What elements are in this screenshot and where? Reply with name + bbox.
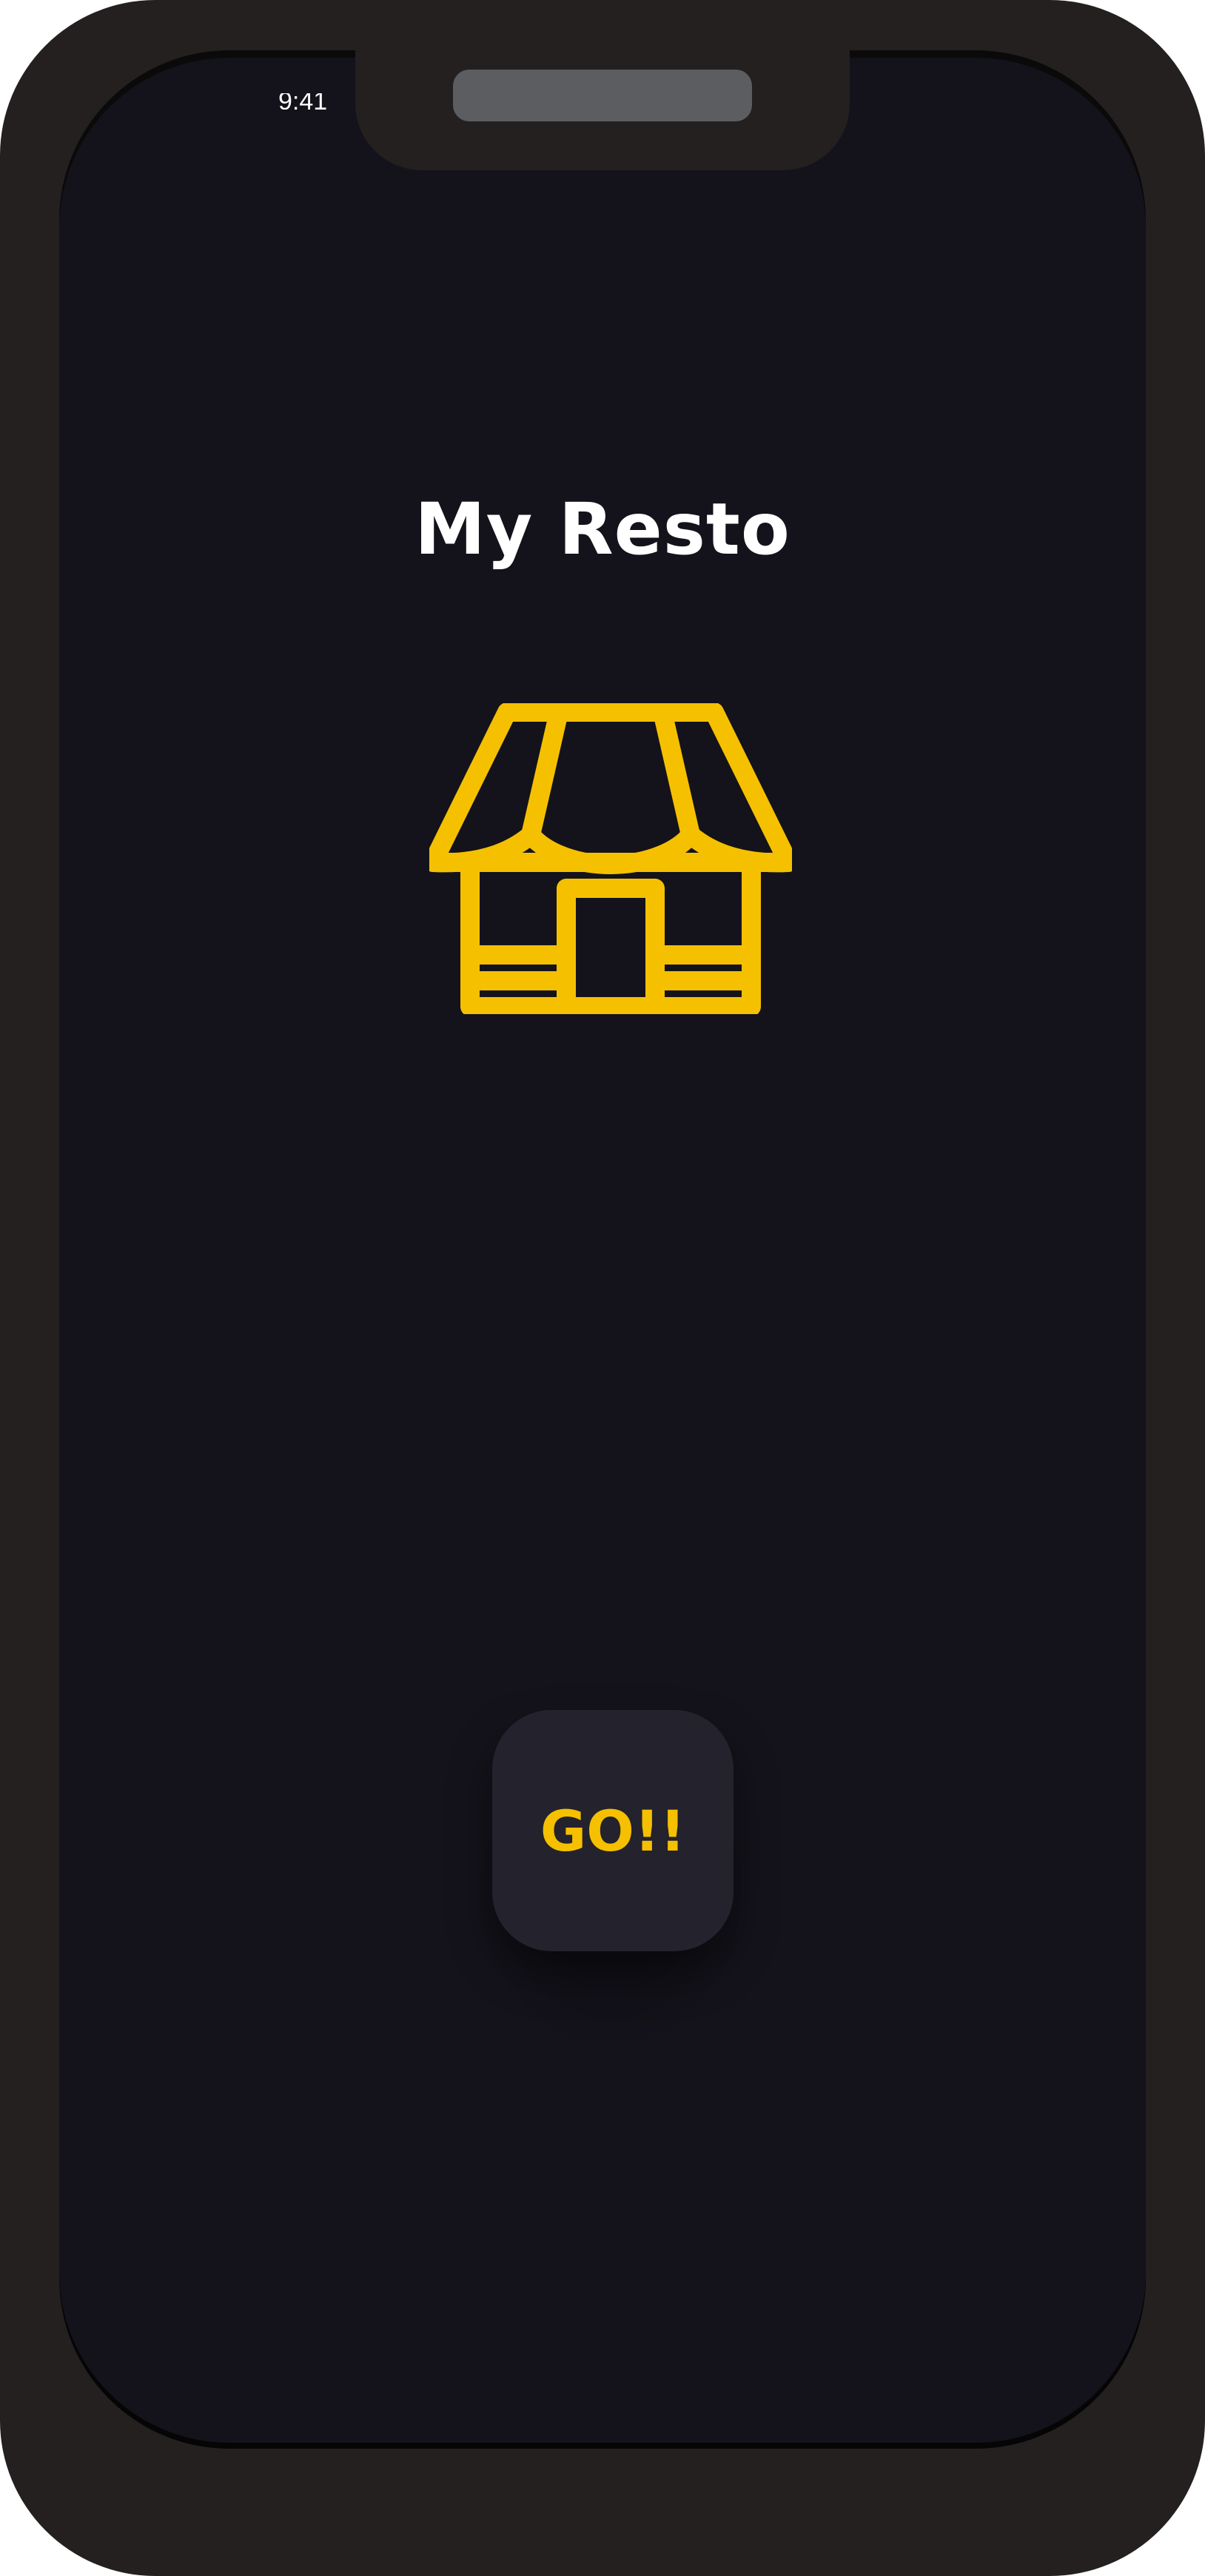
- app-title: My Resto: [414, 488, 791, 571]
- store-door: [557, 879, 665, 1014]
- status-bar-time: 9:41: [278, 93, 328, 110]
- window-right: [645, 945, 761, 990]
- window-left: [460, 945, 576, 990]
- app-screen: 9:41: [59, 50, 1146, 2446]
- awning-divider-right: [653, 703, 700, 845]
- go-button[interactable]: GO!!: [492, 1710, 734, 1951]
- awning-divider-left: [521, 703, 568, 845]
- speaker-grille: [453, 70, 752, 121]
- awning-scallops: [429, 825, 792, 874]
- store-icon: [429, 703, 792, 1014]
- awning-outline: [429, 703, 792, 872]
- phone-frame: 9:41 My Resto GO!!: [0, 0, 1205, 2576]
